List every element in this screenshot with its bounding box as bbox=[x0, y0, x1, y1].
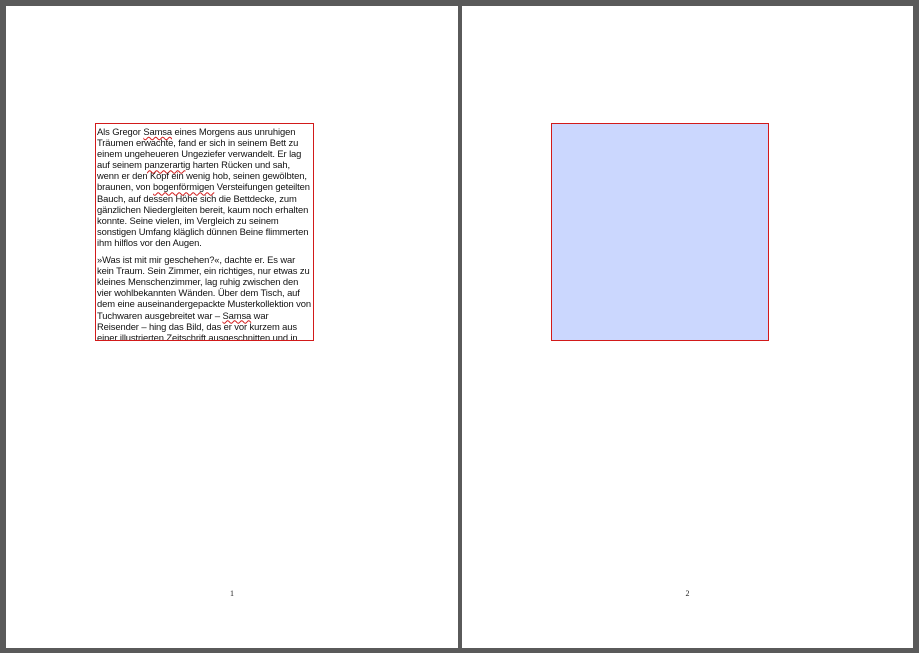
misspelled-word: panzerartig bbox=[144, 159, 191, 171]
text-frame[interactable]: Als Gregor Samsa eines Morgens aus unruh… bbox=[95, 123, 314, 341]
misspelled-word: Samsa bbox=[222, 309, 252, 321]
shape-frame[interactable] bbox=[551, 123, 769, 341]
paragraph-2: »Was ist mit mir geschehen?«, dachte er.… bbox=[97, 254, 312, 340]
page-2: 2 bbox=[462, 6, 913, 648]
paragraph-1: Als Gregor Samsa eines Morgens aus unruh… bbox=[97, 126, 312, 248]
text-segment: »Was ist mit mir geschehen?«, dachte er.… bbox=[97, 254, 311, 321]
page-number: 1 bbox=[230, 589, 234, 598]
page-1: Als Gregor Samsa eines Morgens aus unruh… bbox=[6, 6, 458, 648]
page-number: 2 bbox=[685, 589, 690, 598]
document-viewport: Als Gregor Samsa eines Morgens aus unruh… bbox=[0, 0, 919, 653]
misspelled-word: Samsa bbox=[143, 126, 172, 137]
misspelled-word: bogenförmigen bbox=[153, 181, 215, 193]
text-segment: Als Gregor bbox=[97, 126, 144, 137]
